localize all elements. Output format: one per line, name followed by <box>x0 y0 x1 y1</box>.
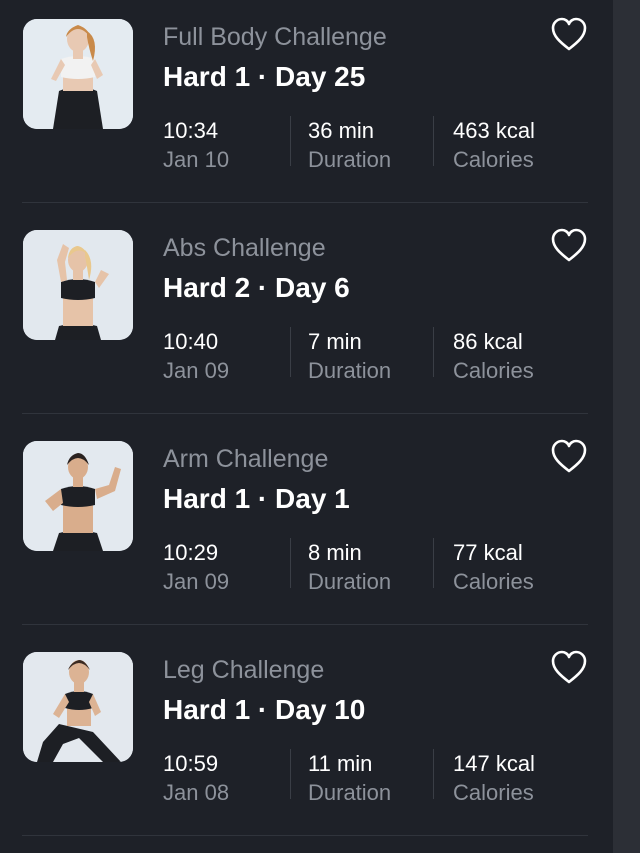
workout-date: Jan 10 <box>163 147 230 172</box>
card-divider <box>22 202 588 203</box>
stat-divider <box>290 749 291 799</box>
start-time: 10:59 <box>163 751 219 776</box>
start-time-stat: 10:40 Jan 09 <box>163 328 229 386</box>
workout-date: Jan 08 <box>163 780 230 805</box>
stat-divider <box>290 538 291 588</box>
stat-divider <box>433 327 434 377</box>
workout-thumbnail <box>23 230 133 340</box>
duration-stat: 7 min Duration <box>308 328 391 386</box>
workout-title: Leg Challenge <box>163 656 325 684</box>
workout-thumbnail <box>23 19 133 129</box>
stat-divider <box>433 116 434 166</box>
heart-icon[interactable] <box>548 226 590 266</box>
workout-level: Hard 1 · Day 10 <box>163 694 366 725</box>
heart-icon[interactable] <box>548 437 590 477</box>
start-time-stat: 10:29 Jan 09 <box>163 539 229 597</box>
workout-date: Jan 09 <box>163 358 230 383</box>
calories-value: 463 kcal <box>453 118 535 143</box>
start-time: 10:34 <box>163 118 219 143</box>
workout-level: Hard 2 · Day 6 <box>163 272 350 303</box>
stat-divider <box>433 538 434 588</box>
card-divider <box>22 835 588 836</box>
heart-icon[interactable] <box>548 15 590 55</box>
calories-label: Calories <box>453 358 534 383</box>
workout-card[interactable]: Full Body Challenge Hard 1 · Day 25 10:3… <box>0 0 613 211</box>
workout-history-screen: Full Body Challenge Hard 1 · Day 25 10:3… <box>0 0 640 853</box>
calories-stat: 86 kcal Calories <box>453 328 534 386</box>
duration-value: 8 min <box>308 540 362 565</box>
workout-title: Abs Challenge <box>163 234 326 262</box>
card-divider <box>22 624 588 625</box>
start-time-stat: 10:34 Jan 10 <box>163 117 229 175</box>
calories-value: 147 kcal <box>453 751 535 776</box>
calories-label: Calories <box>453 147 534 172</box>
duration-stat: 11 min Duration <box>308 750 391 808</box>
duration-stat: 8 min Duration <box>308 539 391 597</box>
calories-value: 86 kcal <box>453 329 523 354</box>
workout-level: Hard 1 · Day 25 <box>163 61 366 92</box>
workout-level: Hard 1 · Day 1 <box>163 483 350 514</box>
duration-label: Duration <box>308 569 392 594</box>
stat-divider <box>290 327 291 377</box>
duration-value: 11 min <box>308 751 373 776</box>
workout-title: Full Body Challenge <box>163 23 387 51</box>
duration-value: 36 min <box>308 118 375 143</box>
calories-label: Calories <box>453 569 534 594</box>
duration-label: Duration <box>308 358 392 383</box>
workout-date: Jan 09 <box>163 569 230 594</box>
workout-thumbnail <box>23 652 133 762</box>
start-time: 10:40 <box>163 329 219 354</box>
start-time: 10:29 <box>163 540 219 565</box>
calories-stat: 77 kcal Calories <box>453 539 534 597</box>
workout-card[interactable]: Arm Challenge Hard 1 · Day 1 10:29 Jan 0… <box>0 422 613 633</box>
duration-label: Duration <box>308 780 392 805</box>
calories-label: Calories <box>453 780 534 805</box>
calories-value: 77 kcal <box>453 540 523 565</box>
workout-thumbnail <box>23 441 133 551</box>
workout-card[interactable]: Abs Challenge Hard 2 · Day 6 10:40 Jan 0… <box>0 211 613 422</box>
workout-list: Full Body Challenge Hard 1 · Day 25 10:3… <box>0 0 613 844</box>
workout-title: Arm Challenge <box>163 445 329 473</box>
stat-divider <box>290 116 291 166</box>
scrollbar-track[interactable] <box>613 0 640 853</box>
duration-stat: 36 min Duration <box>308 117 391 175</box>
card-divider <box>22 413 588 414</box>
workout-card[interactable]: Leg Challenge Hard 1 · Day 10 10:59 Jan … <box>0 633 613 844</box>
duration-value: 7 min <box>308 329 362 354</box>
calories-stat: 463 kcal Calories <box>453 117 535 175</box>
start-time-stat: 10:59 Jan 08 <box>163 750 229 808</box>
heart-icon[interactable] <box>548 648 590 688</box>
duration-label: Duration <box>308 147 392 172</box>
calories-stat: 147 kcal Calories <box>453 750 535 808</box>
stat-divider <box>433 749 434 799</box>
